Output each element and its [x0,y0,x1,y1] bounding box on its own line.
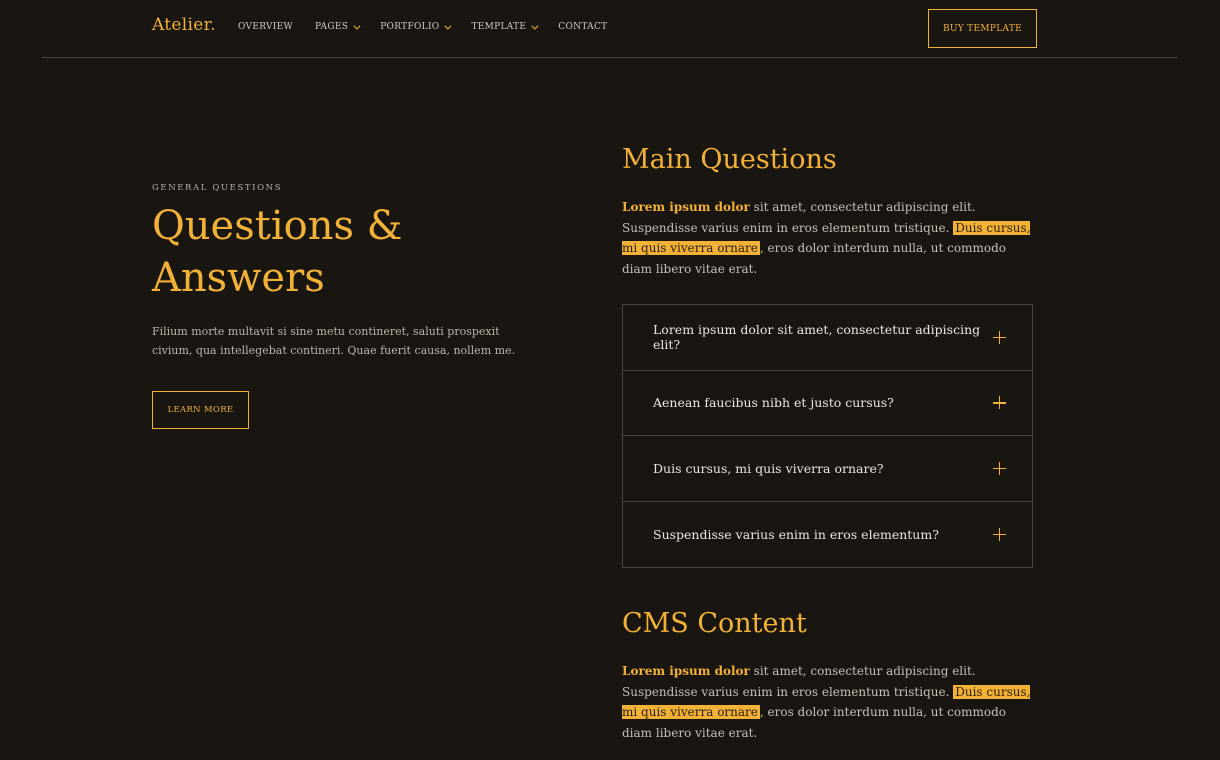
faq-item[interactable]: Aenean faucibus nibh et justo cursus? [623,371,1032,436]
faq-item[interactable]: Duis cursus, mi quis viverra ornare? [623,436,1032,502]
faq-question: Aenean faucibus nibh et justo cursus? [653,395,894,411]
faq-question: Duis cursus, mi quis viverra ornare? [653,460,884,476]
faq-item[interactable]: Suspendisse varius enim in eros elementu… [623,502,1032,568]
nav-item-portfolio[interactable]: PORTFOLIO [380,22,452,32]
brand-logo[interactable]: Atelier. [152,15,216,35]
main-questions-heading: Main Questions [622,144,837,175]
nav-item-overview[interactable]: OVERVIEW [238,22,293,32]
plus-icon[interactable] [993,461,1006,475]
faq-item[interactable]: Lorem ipsum dolor sit amet, consectetur … [623,305,1032,371]
page: Atelier. OVERVIEW PAGES PORTFOLIO TEMPLA… [0,0,1220,760]
cms-content-heading: CMS Content [622,608,807,639]
top-navbar: Atelier. OVERVIEW PAGES PORTFOLIO TEMPLA… [42,0,1178,58]
nav-item-pages[interactable]: PAGES [315,22,361,32]
nav-item-label: CONTACT [558,22,608,32]
hero-description: Filium morte multavit si sine metu conti… [152,325,516,357]
faq-question: Lorem ipsum dolor sit amet, consectetur … [653,322,981,353]
nav-item-label: OVERVIEW [238,22,294,32]
faq-accordion: Lorem ipsum dolor sit amet, consectetur … [622,304,1033,568]
bold-text: Lorem ipsum dolor [622,664,750,678]
chevron-down-icon [353,22,361,30]
nav-item-contact[interactable]: CONTACT [558,22,607,32]
page-title: Questions & Answers [152,203,403,301]
section-eyebrow: GENERAL QUESTIONS [152,183,283,193]
main-menu: OVERVIEW PAGES PORTFOLIO TEMPLATE CONTAC… [238,22,629,32]
main-questions-paragraph: Lorem ipsum dolor sit amet, consectetur … [622,197,1032,279]
faq-question: Suspendisse varius enim in eros elementu… [653,526,939,542]
plus-icon[interactable] [993,396,1006,410]
buy-template-button[interactable]: BUY TEMPLATE [928,9,1037,48]
nav-item-template[interactable]: TEMPLATE [471,22,539,32]
nav-item-label: PORTFOLIO [380,22,440,32]
chevron-down-icon [531,22,539,30]
nav-item-label: PAGES [315,22,349,32]
bold-text: Lorem ipsum dolor [622,200,750,214]
plus-icon[interactable] [993,527,1006,541]
nav-item-label: TEMPLATE [471,22,527,32]
learn-more-button[interactable]: LEARN MORE [152,391,249,429]
chevron-down-icon [444,22,452,30]
plus-icon[interactable] [993,330,1006,344]
cms-content-paragraph: Lorem ipsum dolor sit amet, consectetur … [622,661,1032,743]
